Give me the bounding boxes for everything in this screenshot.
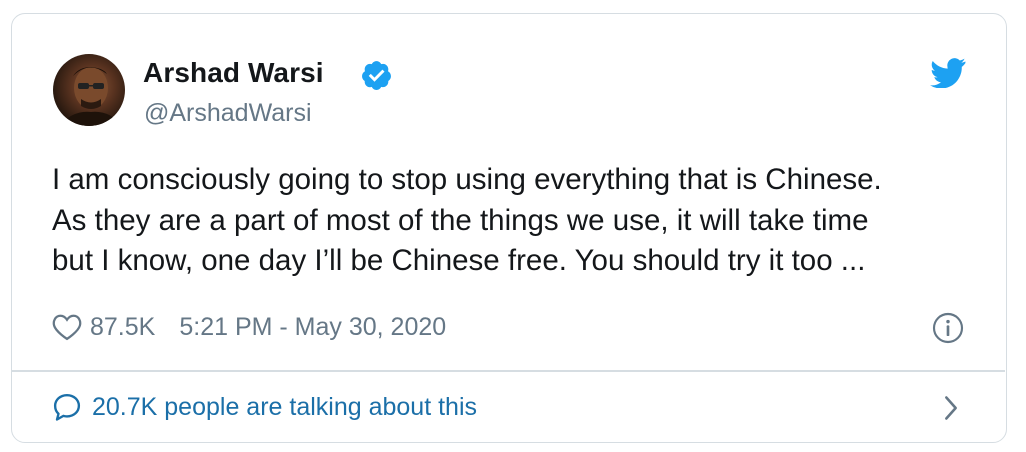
tweet-text: I am consciously going to stop using eve… (52, 160, 992, 282)
speech-bubble-icon (53, 393, 81, 421)
author-display-name[interactable]: Arshad Warsi (143, 57, 324, 89)
tweet-text-line: but I know, one day I’ll be Chinese free… (52, 244, 866, 277)
verified-badge-icon (362, 61, 391, 90)
like-count[interactable]: 87.5K (90, 313, 155, 342)
twitter-bird-icon[interactable] (930, 58, 966, 88)
tweet-text-line: I am consciously going to stop using eve… (52, 163, 882, 196)
conversation-link[interactable]: 20.7K people are talking about this (52, 389, 477, 425)
chevron-right-icon[interactable] (940, 394, 962, 422)
tweet-meta: 87.5K 5:21 PM - May 30, 2020 (52, 309, 446, 345)
info-icon[interactable] (932, 312, 964, 344)
conversation-label[interactable]: 20.7K people are talking about this (92, 393, 477, 422)
tweet-card[interactable]: Arshad Warsi @ArshadWarsi I am conscious… (11, 13, 1007, 443)
tweet-text-line: As they are a part of most of the things… (52, 203, 869, 237)
author-handle[interactable]: @ArshadWarsi (144, 99, 312, 128)
author-avatar[interactable] (53, 54, 125, 126)
divider (12, 370, 1005, 372)
heart-icon[interactable] (52, 313, 82, 341)
tweet-timestamp[interactable]: 5:21 PM - May 30, 2020 (179, 313, 446, 342)
